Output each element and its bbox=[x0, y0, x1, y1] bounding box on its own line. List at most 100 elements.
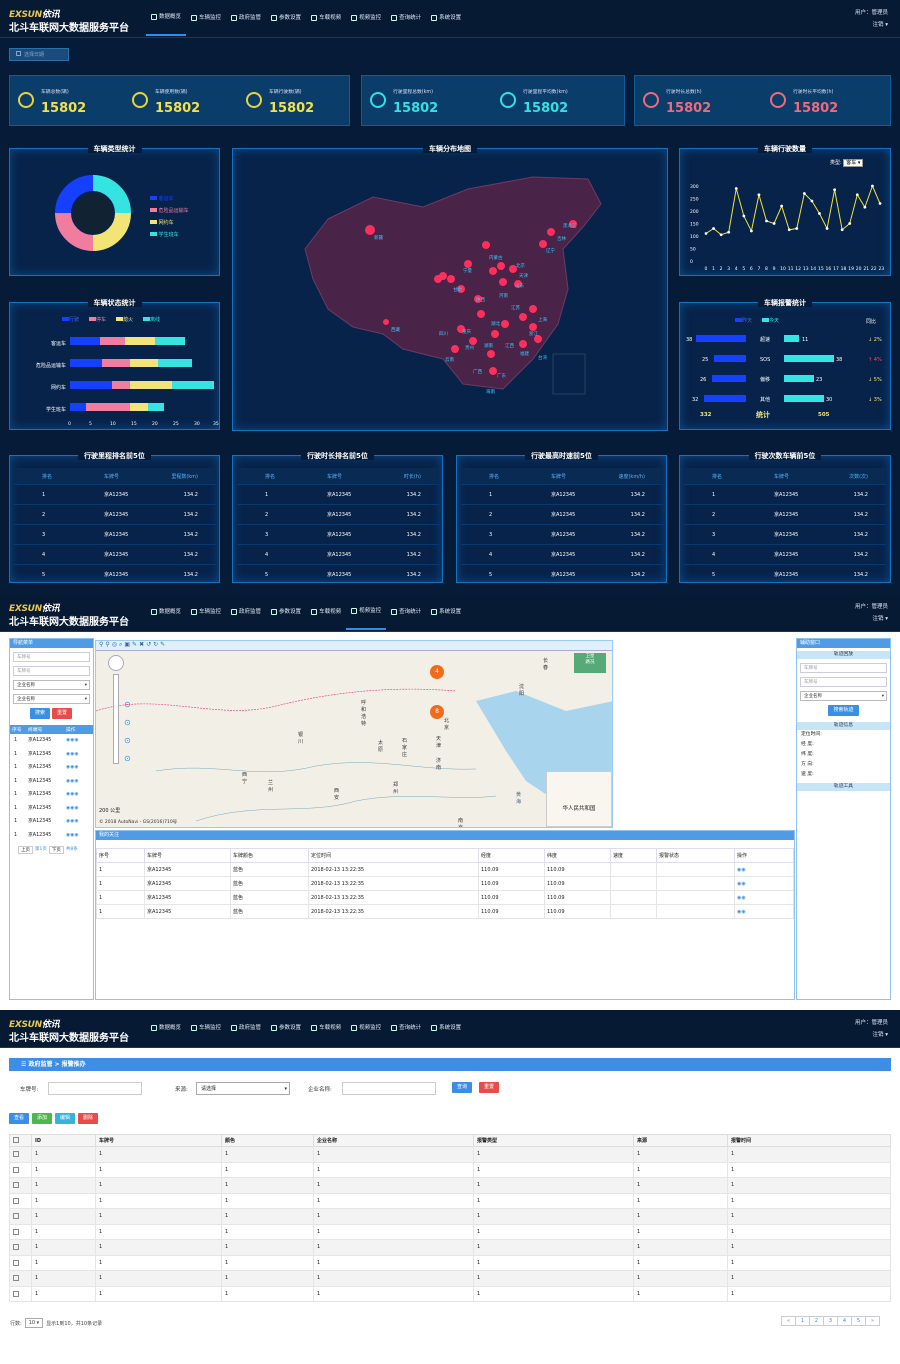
locate-icons[interactable]: ◉◉◉ bbox=[66, 815, 79, 829]
zoom-slider[interactable] bbox=[113, 674, 119, 764]
nav-dashboard[interactable]: 数据概览 bbox=[146, 0, 187, 36]
logout-link[interactable]: 注销 ▾ bbox=[855, 1029, 888, 1041]
row-checkbox[interactable] bbox=[13, 1290, 19, 1297]
nav-video-monitor[interactable]: 视频监控 bbox=[346, 0, 386, 36]
nav-stats[interactable]: 查询统计 bbox=[386, 594, 426, 630]
table-row[interactable]: 1111111 bbox=[9, 1285, 891, 1302]
nav-video-monitor[interactable]: 视频监控 bbox=[346, 594, 387, 630]
list-item[interactable]: 1 京A12345 ◉◉◉ bbox=[10, 788, 93, 802]
track-plate-input[interactable]: 车牌号 bbox=[800, 663, 887, 673]
plate-input-2[interactable]: 车牌号 bbox=[13, 666, 90, 676]
edit-button[interactable]: 编辑 bbox=[55, 1113, 76, 1124]
company-select[interactable]: 企业名称 bbox=[13, 680, 90, 690]
page-2[interactable]: 2 bbox=[809, 1316, 824, 1326]
table-row[interactable]: 1111111 bbox=[9, 1270, 891, 1287]
locate-icons[interactable]: ◉◉ bbox=[734, 862, 794, 877]
locate-icons[interactable]: ◉◉◉ bbox=[66, 761, 79, 775]
nav-vehicle-monitor[interactable]: 车辆监控 bbox=[186, 594, 226, 630]
row-checkbox[interactable] bbox=[13, 1166, 19, 1173]
table-row[interactable]: 1111111 bbox=[9, 1161, 891, 1178]
row-checkbox[interactable] bbox=[13, 1197, 19, 1204]
locate-icons[interactable]: ◉◉◉ bbox=[66, 748, 79, 762]
next-page[interactable]: 下页 bbox=[48, 846, 64, 854]
nav-vehicle-video[interactable]: 车载视频 bbox=[306, 1010, 346, 1046]
locate-icons[interactable]: ◉◉◉ bbox=[66, 829, 79, 843]
nav-params[interactable]: 参数设置 bbox=[266, 0, 306, 36]
nav-system[interactable]: 系统设置 bbox=[426, 0, 466, 36]
nav-video-monitor[interactable]: 视频监控 bbox=[346, 1010, 386, 1046]
table-row[interactable]: 1111111 bbox=[9, 1192, 891, 1209]
table-row[interactable]: 1111111 bbox=[9, 1254, 891, 1271]
locate-icons[interactable]: ◉◉◉ bbox=[66, 802, 79, 816]
row-checkbox[interactable] bbox=[13, 1244, 19, 1250]
company-input[interactable] bbox=[342, 1082, 436, 1095]
map-vehicle-markers[interactable]: ⊙ ⊙ ⊙ ⊙ bbox=[124, 696, 131, 768]
row-checkbox[interactable] bbox=[13, 1182, 19, 1188]
reset-button[interactable]: 重置 bbox=[51, 708, 72, 719]
page-3[interactable]: 3 bbox=[823, 1316, 838, 1326]
prev-page[interactable]: 上页 bbox=[18, 846, 33, 854]
row-checkbox[interactable] bbox=[13, 1259, 19, 1266]
map-toolbar[interactable]: ⚲⚲◎⌕▣✎✖↺↻✎ bbox=[96, 641, 612, 651]
nav-params[interactable]: 参数设置 bbox=[266, 594, 306, 630]
page-5[interactable]: 5 bbox=[851, 1316, 866, 1326]
reset-button[interactable]: 重置 bbox=[479, 1082, 500, 1093]
nav-stats[interactable]: 查询统计 bbox=[386, 1010, 426, 1046]
row-checkbox[interactable] bbox=[13, 1151, 19, 1157]
table-row[interactable]: 1111111 bbox=[9, 1208, 891, 1225]
locate-icons[interactable]: ◉◉ bbox=[734, 904, 794, 919]
delete-button[interactable]: 删除 bbox=[78, 1113, 99, 1124]
locate-icons[interactable]: ◉◉◉ bbox=[66, 734, 79, 748]
nav-system[interactable]: 系统设置 bbox=[426, 594, 466, 630]
table-row[interactable]: 1111111 bbox=[9, 1146, 891, 1163]
locate-icons[interactable]: ◉◉◉ bbox=[66, 775, 79, 789]
locate-icons[interactable]: ◉◉ bbox=[734, 890, 794, 905]
view-button[interactable]: 查看 bbox=[9, 1113, 30, 1124]
china-map[interactable]: 新疆宁夏甘肃 内蒙古北京天津山东河南陕西四川 重庆 湖北 江苏上海浙江福建广东 广西 云南 贵… bbox=[233, 149, 669, 432]
locate-icons[interactable]: ◉◉ bbox=[734, 876, 794, 891]
page-4[interactable]: 4 bbox=[837, 1316, 852, 1326]
add-button[interactable]: 添加 bbox=[32, 1113, 53, 1124]
logout-link[interactable]: 注销 ▾ bbox=[855, 19, 888, 31]
track-company-select[interactable]: 企业名称 bbox=[800, 691, 887, 701]
company-select-2[interactable]: 企业名称 bbox=[13, 694, 90, 704]
monitor-map[interactable]: ⚲⚲◎⌕▣✎✖↺↻✎ ⊙ ⊙ ⊙ ⊙ 卫星 路况 4 8 长春 沈阳 呼和浩特 北京 天津 银川太… bbox=[95, 640, 613, 828]
table-row[interactable]: 1111111 bbox=[9, 1223, 891, 1240]
nav-government[interactable]: 政府监管 bbox=[226, 0, 266, 36]
page-prev[interactable]: « bbox=[781, 1316, 796, 1326]
nav-dashboard[interactable]: 数据概览 bbox=[146, 1010, 186, 1046]
logout-link[interactable]: 注销 ▾ bbox=[855, 613, 888, 625]
date-picker[interactable]: 选择日期 bbox=[9, 48, 69, 61]
table-row[interactable]: 1 京A12345 蓝色 2018-02-13 13:22:35 110.09 110.0… bbox=[96, 876, 794, 891]
query-button[interactable]: 查询 bbox=[452, 1082, 473, 1093]
list-item[interactable]: 1 京A12345 ◉◉◉ bbox=[10, 775, 93, 789]
list-item[interactable]: 1 京A12345 ◉◉◉ bbox=[10, 748, 93, 762]
row-checkbox[interactable] bbox=[13, 1228, 19, 1235]
row-checkbox[interactable] bbox=[13, 1213, 19, 1219]
cluster-marker[interactable]: 4 bbox=[430, 665, 444, 679]
map-pan-control[interactable] bbox=[108, 655, 124, 671]
nav-government[interactable]: 政府监管 bbox=[226, 594, 266, 630]
list-item[interactable]: 1 京A12345 ◉◉◉ bbox=[10, 761, 93, 775]
table-row[interactable]: 1 京A12345 蓝色 2018-02-13 13:22:35 110.09 110.0… bbox=[96, 862, 794, 877]
nav-system[interactable]: 系统设置 bbox=[426, 1010, 466, 1046]
nav-vehicle-video[interactable]: 车载视频 bbox=[306, 594, 346, 630]
row-checkbox[interactable] bbox=[13, 1275, 19, 1281]
locate-icons[interactable]: ◉◉◉ bbox=[66, 788, 79, 802]
search-button[interactable]: 搜索 bbox=[30, 708, 51, 719]
page-next[interactable]: » bbox=[865, 1316, 880, 1326]
table-row[interactable]: 1111111 bbox=[9, 1239, 891, 1256]
select-all-checkbox[interactable] bbox=[13, 1137, 19, 1144]
page-1[interactable]: 1 bbox=[795, 1316, 810, 1326]
nav-vehicle-monitor[interactable]: 车辆监控 bbox=[186, 0, 226, 36]
table-row[interactable]: 1 京A12345 蓝色 2018-02-13 13:22:35 110.09 110.0… bbox=[96, 904, 794, 919]
track-search-button[interactable]: 搜索轨迹 bbox=[828, 705, 859, 716]
plate-input[interactable] bbox=[48, 1082, 142, 1095]
nav-vehicle-monitor[interactable]: 车辆监控 bbox=[186, 1010, 226, 1046]
list-item[interactable]: 1 京A12345 ◉◉◉ bbox=[10, 734, 93, 748]
nav-vehicle-video[interactable]: 车载视频 bbox=[306, 0, 346, 36]
nav-stats[interactable]: 查询统计 bbox=[386, 0, 426, 36]
plate-input[interactable]: 车牌号 bbox=[13, 652, 90, 662]
nav-dashboard[interactable]: 数据概览 bbox=[146, 594, 186, 630]
page-size-select[interactable]: 10 ▾ bbox=[24, 1318, 44, 1328]
